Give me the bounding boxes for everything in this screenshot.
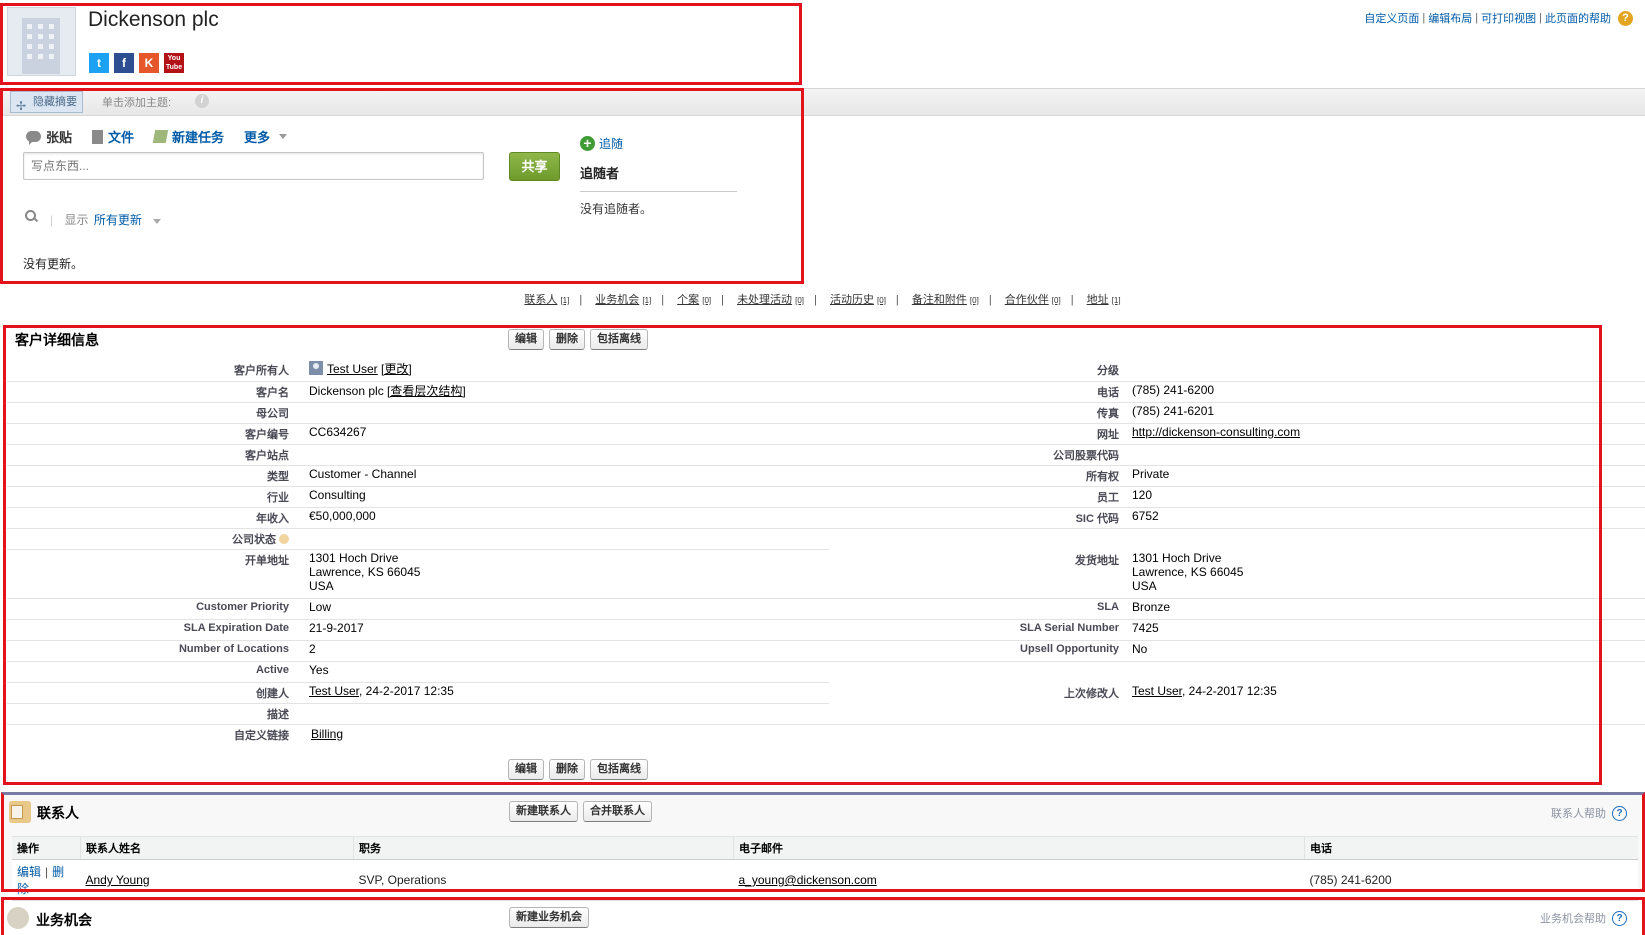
feed-highlight [0,88,804,284]
printable-view-link[interactable]: 可打印视图 [1481,10,1536,26]
related-link-cases[interactable]: 个案 [0] [677,294,711,306]
top-links: 自定义页面 | 编辑布局 | 可打印视图 | 此页面的帮助 ? [1364,10,1633,26]
related-link-activity-history[interactable]: 活动历史 [0] [830,294,886,306]
separator: | [1475,12,1479,24]
separator: | [1422,12,1426,24]
opportunities-highlight [1,897,1645,935]
header-highlight [0,3,802,85]
related-link-opportunities[interactable]: 业务机会 [1] [595,294,651,306]
related-list-links: 联系人 [1] | 业务机会 [1] | 个案 [0] | 未处理活动 [0] | 活动… [524,294,1121,306]
related-link-contacts[interactable]: 联系人 [1] [524,294,569,306]
customize-page-link[interactable]: 自定义页面 [1364,10,1419,26]
related-link-notes[interactable]: 备注和附件 [0] [912,294,979,306]
separator: | [1539,12,1542,24]
contacts-highlight [1,792,1645,892]
related-link-open-activities[interactable]: 未处理活动 [0] [737,294,804,306]
related-link-partners[interactable]: 合作伙伴 [0] [1005,294,1061,306]
related-link-addresses[interactable]: 地址 [1] [1087,294,1121,306]
detail-highlight [3,325,1602,785]
page-help-link[interactable]: 此页面的帮助 [1545,10,1611,26]
edit-layout-link[interactable]: 编辑布局 [1428,10,1472,26]
help-icon[interactable]: ? [1618,10,1633,26]
